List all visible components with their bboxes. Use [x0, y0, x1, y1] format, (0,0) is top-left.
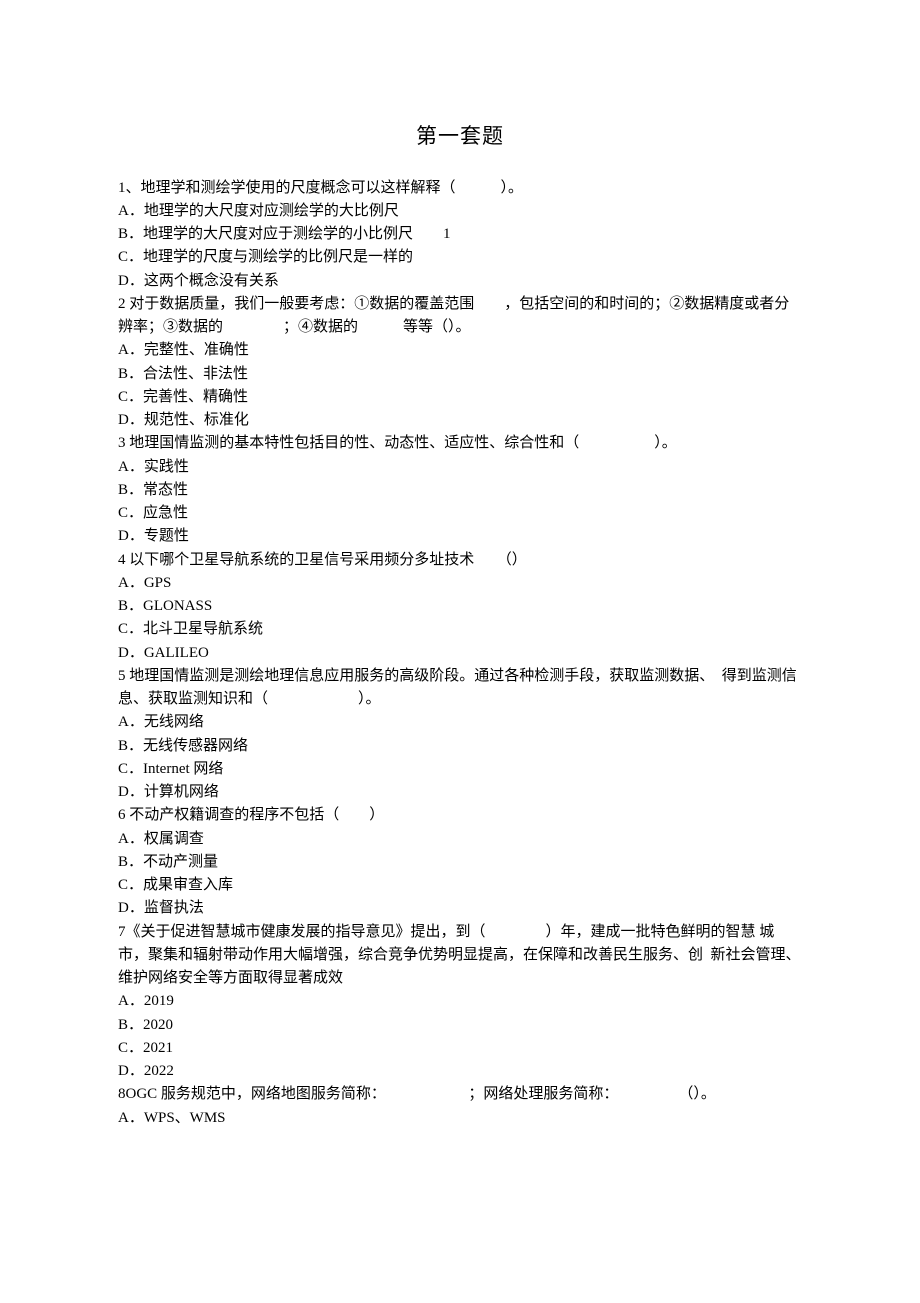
question-option: A．2019: [118, 990, 802, 1013]
question-option: C．Internet 网络: [118, 758, 802, 781]
question-option: C．应急性: [118, 502, 802, 525]
question-option: A．实践性: [118, 456, 802, 479]
question-option: A．权属调查: [118, 828, 802, 851]
question-option: B．常态性: [118, 479, 802, 502]
page-title: 第一套题: [118, 120, 802, 153]
question-option: D．计算机网络: [118, 781, 802, 804]
question-option: B．GLONASS: [118, 595, 802, 618]
question-option: D．2022: [118, 1060, 802, 1083]
question-option: C．地理学的尺度与测绘学的比例尺是一样的: [118, 246, 802, 269]
question-option: A．GPS: [118, 572, 802, 595]
question-stem: 5 地理国情监测是测绘地理信息应用服务的高级阶段。通过各种检测手段，获取监测数据…: [118, 665, 802, 712]
question-stem: 6 不动产权籍调查的程序不包括（ ）: [118, 804, 802, 827]
question-stem: 4 以下哪个卫星导航系统的卫星信号采用频分多址技术 （）: [118, 549, 802, 572]
question-option: D．规范性、标准化: [118, 409, 802, 432]
question-option: C．成果审查入库: [118, 874, 802, 897]
question-stem: 1、地理学和测绘学使用的尺度概念可以这样解释（ ）。: [118, 177, 802, 200]
question-option: A．WPS、WMS: [118, 1107, 802, 1130]
question-option: B．无线传感器网络: [118, 735, 802, 758]
question-option: A．完整性、准确性: [118, 339, 802, 362]
question-stem: 8OGC 服务规范中，网络地图服务简称： ；网络处理服务简称： （）。: [118, 1083, 802, 1106]
question-option: D．这两个概念没有关系: [118, 270, 802, 293]
document-page: 第一套题 1、地理学和测绘学使用的尺度概念可以这样解释（ ）。A．地理学的大尺度…: [0, 0, 920, 1303]
question-option: C．北斗卫星导航系统: [118, 618, 802, 641]
question-option: B．2020: [118, 1014, 802, 1037]
question-option: D．监督执法: [118, 897, 802, 920]
question-option: C．2021: [118, 1037, 802, 1060]
question-option: B．不动产测量: [118, 851, 802, 874]
question-option: D．专题性: [118, 525, 802, 548]
question-option: C．完善性、精确性: [118, 386, 802, 409]
question-option: A．无线网络: [118, 711, 802, 734]
questions-container: 1、地理学和测绘学使用的尺度概念可以这样解释（ ）。A．地理学的大尺度对应测绘学…: [118, 177, 802, 1130]
question-option: B．地理学的大尺度对应于测绘学的小比例尺 1: [118, 223, 802, 246]
question-stem: 2 对于数据质量，我们一般要考虑：①数据的覆盖范围 ，包括空间的和时间的；②数据…: [118, 293, 802, 340]
question-option: A．地理学的大尺度对应测绘学的大比例尺: [118, 200, 802, 223]
question-option: D．GALILEO: [118, 642, 802, 665]
question-stem: 3 地理国情监测的基本特性包括目的性、动态性、适应性、综合性和（ ）。: [118, 432, 802, 455]
question-stem: 7《关于促进智慧城市健康发展的指导意见》提出，到（ ）年，建成一批特色鲜明的智慧…: [118, 921, 802, 991]
question-option: B．合法性、非法性: [118, 363, 802, 386]
